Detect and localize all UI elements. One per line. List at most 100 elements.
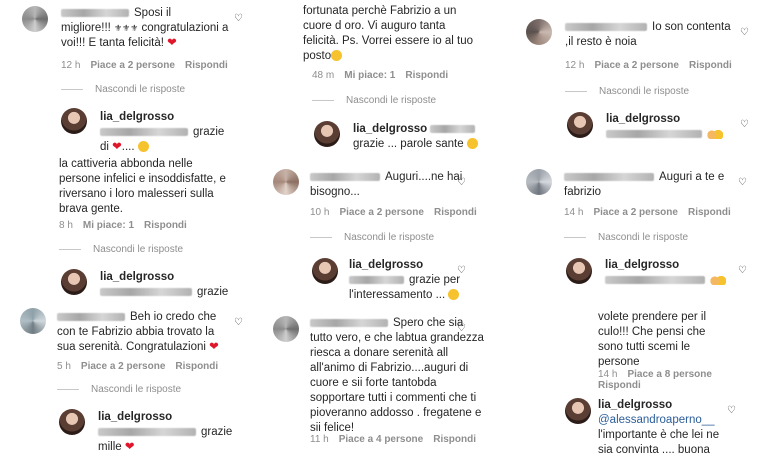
comment-time: 12 h bbox=[565, 60, 585, 71]
reply-button[interactable]: Rispondi bbox=[185, 60, 228, 71]
author-avatar[interactable] bbox=[61, 269, 87, 295]
comment-time: 12 h bbox=[61, 60, 81, 71]
commenter-avatar[interactable] bbox=[273, 169, 299, 195]
blurred-username bbox=[310, 172, 380, 181]
hide-replies-button[interactable]: Nascondi le risposte bbox=[564, 232, 688, 243]
comment-time: 11 h bbox=[310, 434, 329, 445]
red-heart-emoji: ❤ bbox=[124, 441, 135, 453]
blurred-username bbox=[57, 312, 125, 321]
comment-text: fortunata perchè Fabrizio a un cuore d o… bbox=[303, 5, 474, 62]
comment-time: 5 h bbox=[57, 361, 71, 372]
reply-mention[interactable]: @alessandroaperno__ bbox=[598, 414, 715, 426]
comment-meta: 14 h Piace a 8 persone Rispondi bbox=[598, 369, 712, 391]
author-avatar[interactable] bbox=[59, 409, 85, 435]
blurred-username bbox=[310, 318, 388, 327]
reply-username[interactable]: lia_delgrosso bbox=[598, 399, 672, 411]
reply-username[interactable]: lia_delgrosso bbox=[605, 259, 679, 271]
commenter-avatar[interactable] bbox=[22, 6, 48, 32]
like-heart-icon[interactable]: ♡ bbox=[740, 120, 749, 130]
comment-time: 10 h bbox=[310, 207, 330, 218]
author-avatar[interactable] bbox=[566, 258, 592, 284]
comment-text: Auguri a te e fabrizio bbox=[564, 171, 725, 198]
hide-replies-button[interactable]: Nascondi le risposte bbox=[310, 232, 434, 243]
reply-text: lia_delgrosso grazie di ❤.... bbox=[100, 111, 225, 152]
hide-replies-button[interactable]: Nascondi le risposte bbox=[61, 84, 185, 95]
reply-username[interactable]: lia_delgrosso bbox=[349, 259, 423, 271]
like-heart-icon[interactable]: ♡ bbox=[457, 266, 466, 276]
comment-likes[interactable]: Piace a 2 persone bbox=[593, 207, 678, 218]
like-heart-icon[interactable]: ♡ bbox=[738, 266, 747, 276]
comment-text: Sposi il migliore!!! ⚜⚜⚜ congratulazioni… bbox=[61, 7, 229, 49]
commenter-avatar[interactable] bbox=[20, 308, 46, 334]
reply-button[interactable]: Rispondi bbox=[598, 380, 641, 391]
reply-button[interactable]: Rispondi bbox=[405, 70, 448, 81]
comment-meta: 48 m Mi piace: 1 Rispondi bbox=[312, 70, 448, 81]
reply-text: lia_delgrosso @alessandroaperno__ l'impo… bbox=[598, 399, 720, 456]
reply-button[interactable]: Rispondi bbox=[688, 207, 731, 218]
like-heart-icon[interactable]: ♡ bbox=[738, 178, 747, 188]
blurred-username bbox=[565, 22, 647, 31]
comment-meta: 12 h Piace a 2 persone Rispondi bbox=[565, 60, 732, 71]
praying-emoji bbox=[707, 128, 723, 139]
reply-button[interactable]: Rispondi bbox=[175, 361, 218, 372]
comment-likes[interactable]: Mi piace: 1 bbox=[83, 220, 134, 231]
comment-time: 8 h bbox=[59, 220, 73, 231]
like-heart-icon[interactable]: ♡ bbox=[234, 318, 243, 328]
reply-username[interactable]: lia_delgrosso bbox=[353, 123, 427, 135]
hide-replies-button[interactable]: Nascondi le risposte bbox=[312, 95, 436, 106]
commenter-avatar[interactable] bbox=[273, 316, 299, 342]
reply-username[interactable]: lia_delgrosso bbox=[100, 111, 174, 123]
reply-button[interactable]: Rispondi bbox=[689, 60, 732, 71]
blurred-mention bbox=[430, 124, 476, 133]
comment-meta: 12 h Piace a 2 persone Rispondi bbox=[61, 60, 228, 71]
comment-time: 14 h bbox=[564, 207, 584, 218]
comment-likes[interactable]: Piace a 4 persone bbox=[339, 434, 424, 445]
reply-button[interactable]: Rispondi bbox=[144, 220, 187, 231]
comment-meta: 8 h Mi piace: 1 Rispondi bbox=[59, 220, 187, 231]
hide-replies-button[interactable]: Nascondi le risposte bbox=[59, 244, 183, 255]
author-avatar[interactable] bbox=[312, 258, 338, 284]
comment-meta: 10 h Piace a 2 persone Rispondi bbox=[310, 207, 477, 218]
author-avatar[interactable] bbox=[567, 112, 593, 138]
comment-likes[interactable]: Piace a 2 persone bbox=[594, 60, 679, 71]
comment-meta: 14 h Piace a 2 persone Rispondi bbox=[564, 207, 731, 218]
comment-time: 48 m bbox=[312, 70, 335, 81]
blurred-mention bbox=[100, 287, 192, 296]
reply-button[interactable]: Rispondi bbox=[434, 207, 477, 218]
reply-username[interactable]: lia_delgrosso bbox=[606, 113, 680, 125]
hide-replies-button[interactable]: Nascondi le risposte bbox=[565, 86, 689, 97]
comment-likes[interactable]: Piace a 2 persone bbox=[90, 60, 175, 71]
author-avatar[interactable] bbox=[565, 398, 591, 424]
comment-time: 14 h bbox=[598, 369, 618, 380]
blurred-username bbox=[61, 8, 129, 17]
comment-text: la cattiveria abbonda nelle persone infe… bbox=[59, 158, 226, 215]
comment-panel-6: Auguri a te e fabrizio ♡ 14 h Piace a 2 p… bbox=[516, 160, 767, 306]
like-heart-icon[interactable]: ♡ bbox=[727, 406, 736, 416]
comment-meta: 11 h Piace a 4 persone Rispondi bbox=[310, 434, 476, 445]
reply-button[interactable]: Rispondi bbox=[433, 434, 476, 445]
comment-panel-8: Spero che sia tutto vero, e che labtua g… bbox=[264, 310, 504, 460]
comment-likes[interactable]: Piace a 2 persone bbox=[339, 207, 424, 218]
red-heart-emoji: ❤ bbox=[112, 141, 122, 152]
reply-username[interactable]: lia_delgrosso bbox=[100, 271, 174, 283]
like-heart-icon[interactable]: ♡ bbox=[457, 324, 466, 334]
reply-username[interactable]: lia_delgrosso bbox=[98, 411, 172, 423]
comment-panel-4: la cattiveria abbonda nelle persone infe… bbox=[12, 155, 252, 303]
comment-panel-1: Sposi il migliore!!! ⚜⚜⚜ congratulazioni… bbox=[12, 0, 252, 152]
comment-meta: 5 h Piace a 2 persone Rispondi bbox=[57, 361, 218, 372]
reply-text: lia_delgrosso bbox=[605, 258, 755, 288]
author-avatar[interactable] bbox=[61, 108, 87, 134]
comment-likes[interactable]: Piace a 2 persone bbox=[81, 361, 166, 372]
comment-text: Spero che sia tutto vero, e che labtua g… bbox=[310, 317, 484, 434]
comment-likes[interactable]: Piace a 8 persone bbox=[627, 369, 712, 380]
reply-text: lia_delgrosso grazie mille ❤ bbox=[98, 411, 233, 453]
like-heart-icon[interactable]: ♡ bbox=[234, 14, 243, 24]
like-heart-icon[interactable]: ♡ bbox=[740, 28, 749, 38]
red-heart-emoji: ❤ bbox=[167, 37, 177, 49]
comment-likes[interactable]: Mi piace: 1 bbox=[344, 70, 395, 81]
hide-replies-button[interactable]: Nascondi le risposte bbox=[57, 384, 181, 395]
like-heart-icon[interactable]: ♡ bbox=[457, 178, 466, 188]
commenter-avatar[interactable] bbox=[526, 169, 552, 195]
commenter-avatar[interactable] bbox=[526, 19, 552, 45]
author-avatar[interactable] bbox=[314, 121, 340, 147]
